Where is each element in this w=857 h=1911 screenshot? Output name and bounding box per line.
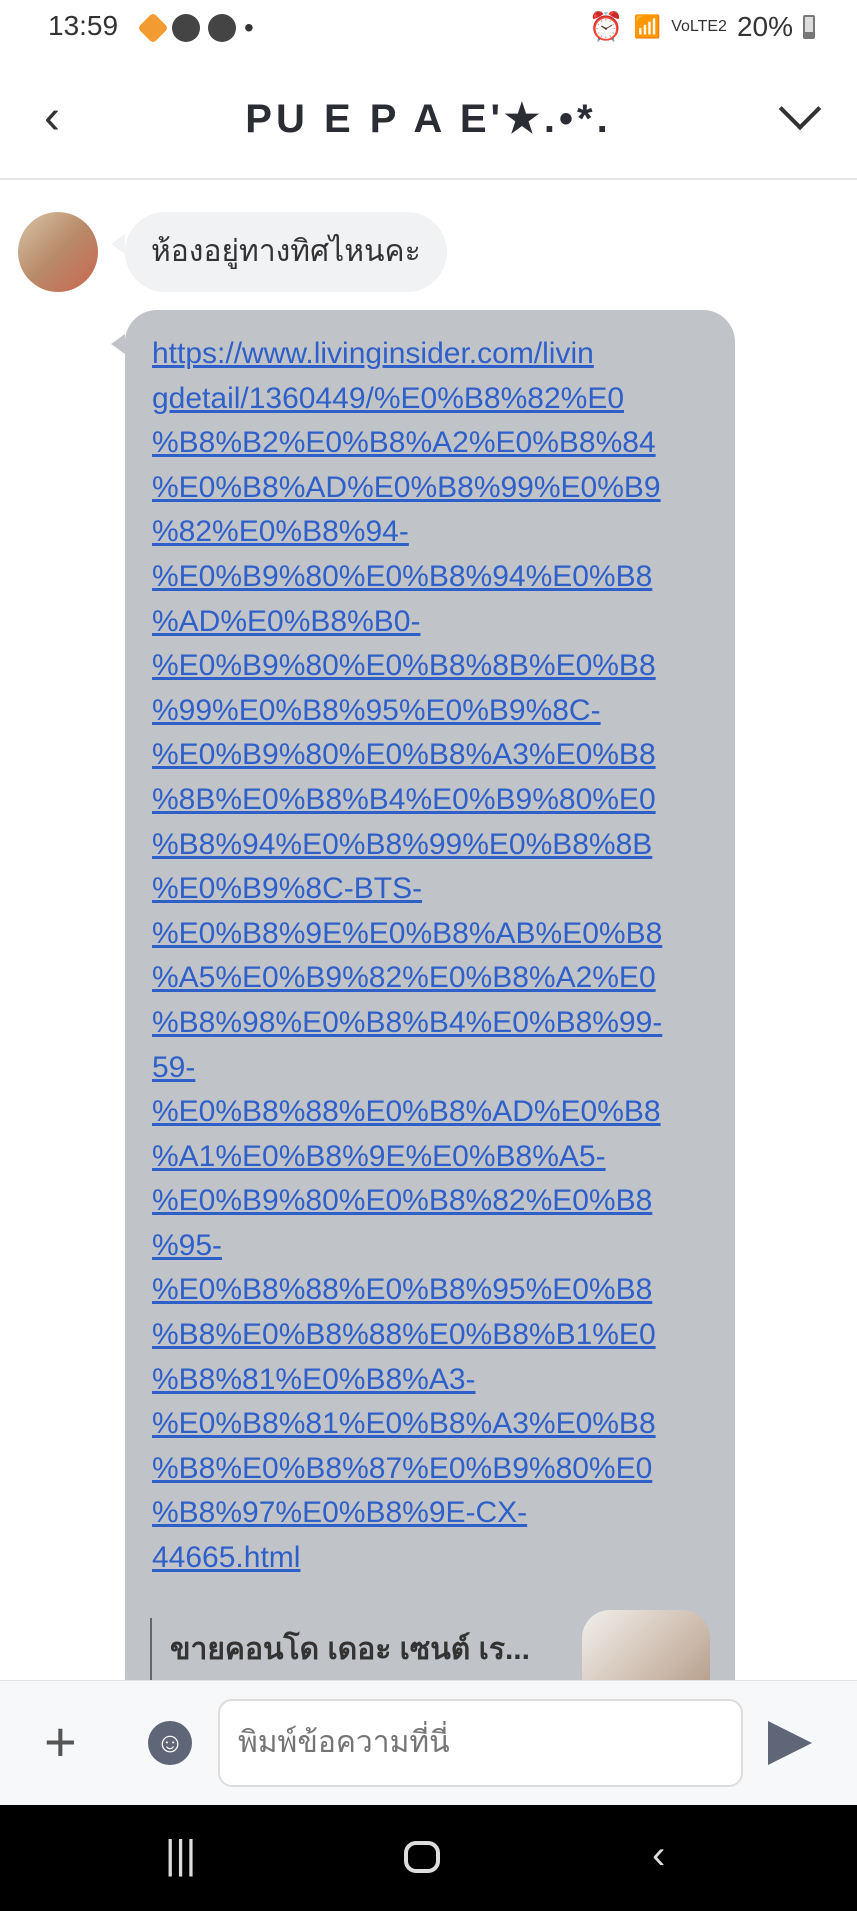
link-line[interactable]: %B8%97%E0%B8%9E-CX- [152, 1491, 735, 1536]
link-line[interactable]: %E0%B8%9E%E0%B8%AB%E0%B8 [152, 912, 735, 957]
link-line[interactable]: %AD%E0%B8%B0- [152, 600, 735, 645]
link-line[interactable]: %B8%E0%B8%88%E0%B8%B1%E0 [152, 1313, 735, 1358]
link-line[interactable]: %95- [152, 1224, 735, 1269]
link-line[interactable]: %E0%B8%88%E0%B8%95%E0%B8 [152, 1268, 735, 1313]
app-notification-icon [137, 12, 169, 44]
link-line[interactable]: %E0%B9%80%E0%B8%82%E0%B8 [152, 1179, 735, 1224]
clock: 13:59 [48, 10, 119, 41]
link-line[interactable]: %E0%B8%81%E0%B8%A3%E0%B8 [152, 1402, 735, 1447]
link-message-bubble: https://www.livinginsider.com/livin gdeta… [111, 310, 735, 1730]
link-line[interactable]: %8B%E0%B8%B4%E0%B9%80%E0 [152, 778, 735, 823]
alarm-icon: ⏰ [588, 11, 624, 42]
send-button[interactable] [768, 1721, 812, 1765]
link-line[interactable]: %E0%B9%80%E0%B8%A3%E0%B8 [152, 733, 735, 778]
line-icon [172, 14, 200, 42]
dot-icon: • [244, 12, 254, 43]
emoji-button[interactable]: ☺ [148, 1721, 192, 1765]
link-line[interactable]: %B8%81%E0%B8%A3- [152, 1358, 735, 1403]
link-line[interactable]: %E0%B9%80%E0%B8%8B%E0%B8 [152, 644, 735, 689]
link-line[interactable]: %A5%E0%B9%82%E0%B8%A2%E0 [152, 956, 735, 1001]
link-line[interactable]: %B8%B2%E0%B8%A2%E0%B8%84 [152, 421, 735, 466]
link-line[interactable]: %B8%98%E0%B8%B4%E0%B8%99- [152, 1001, 735, 1046]
message-text: ห้องอยู่ทางทิศไหนคะ [151, 235, 421, 268]
link-line[interactable]: 44665.html [152, 1536, 735, 1581]
composer-bar: + ☺ [0, 1680, 857, 1805]
chat-icon [208, 14, 236, 42]
system-nav-bar: ||| ‹ [0, 1805, 857, 1911]
link-line[interactable]: %99%E0%B8%95%E0%B9%8C- [152, 689, 735, 734]
link-line[interactable]: %E0%B8%88%E0%B8%AD%E0%B8 [152, 1090, 735, 1135]
message-link[interactable]: https://www.livinginsider.com/livin gdeta… [152, 332, 735, 1581]
message-bubble: ห้องอยู่ทางทิศไหนคะ [111, 212, 447, 292]
status-bar: 13:59 • ⏰ 📶 VoLTE2 20% [0, 0, 857, 60]
signal-icon: VoLTE2 [671, 17, 727, 35]
wifi-icon: 📶 [633, 13, 662, 39]
system-back-button[interactable]: ‹ [652, 1833, 665, 1878]
link-line[interactable]: %E0%B9%8C-BTS- [152, 867, 735, 912]
chat-title: PU E P A E'★.•*. [245, 97, 612, 141]
link-line[interactable]: %E0%B9%80%E0%B8%94%E0%B8 [152, 555, 735, 600]
home-button[interactable] [404, 1841, 440, 1873]
recents-button[interactable]: ||| [165, 1833, 196, 1878]
chat-header: ‹ PU E P A E'★.•*. [0, 60, 857, 180]
battery-level: 20% [736, 10, 793, 42]
avatar[interactable] [18, 212, 98, 292]
link-line[interactable]: %A1%E0%B8%9E%E0%B8%A5- [152, 1135, 735, 1180]
link-line[interactable]: %82%E0%B8%94- [152, 510, 735, 555]
battery-icon [803, 14, 815, 39]
link-line[interactable]: 59- [152, 1046, 735, 1091]
plus-button[interactable]: + [44, 1709, 77, 1774]
link-line[interactable]: %E0%B8%AD%E0%B8%99%E0%B9 [152, 466, 735, 511]
message-input[interactable] [218, 1699, 743, 1787]
link-line[interactable]: %B8%94%E0%B8%99%E0%B8%8B [152, 823, 735, 868]
link-line[interactable]: gdetail/1360449/%E0%B8%82%E0 [152, 377, 735, 422]
link-line[interactable]: https://www.livinginsider.com/livin [152, 332, 735, 377]
link-line[interactable]: %B8%E0%B8%87%E0%B9%80%E0 [152, 1447, 735, 1492]
